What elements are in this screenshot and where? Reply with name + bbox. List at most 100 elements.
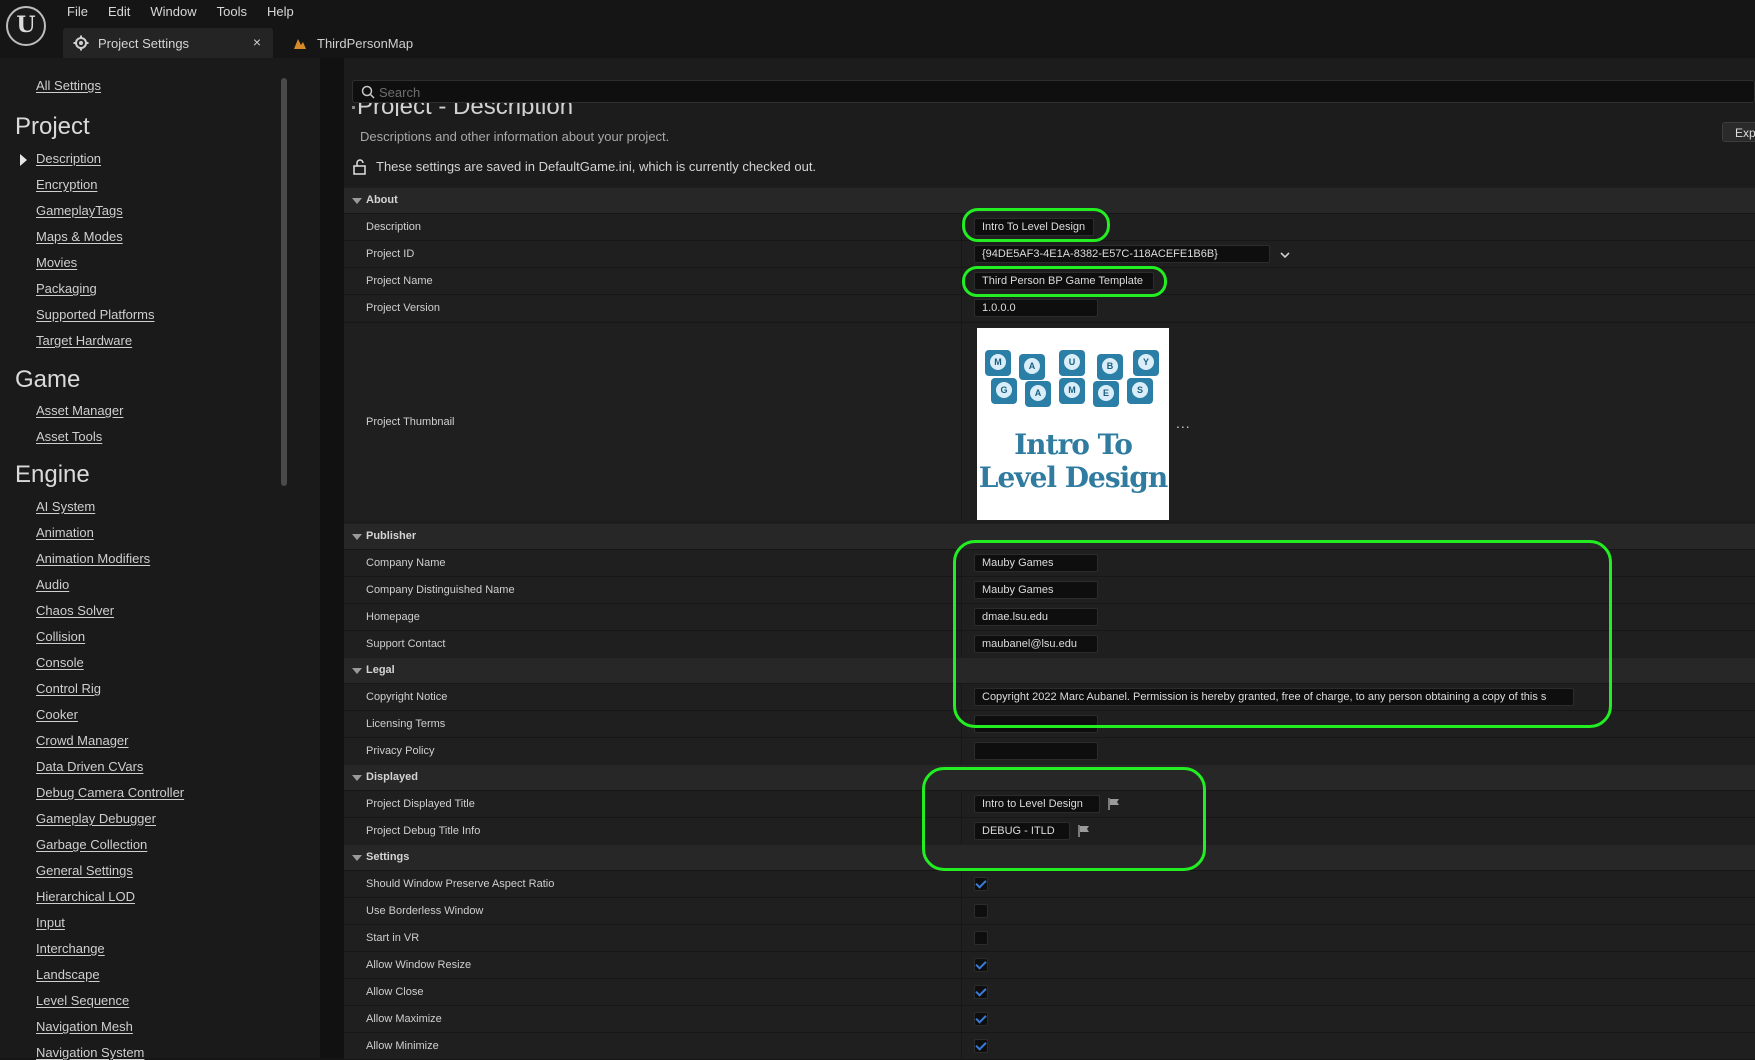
export-button[interactable]: Exp bbox=[1722, 122, 1755, 142]
tab-third-person-map[interactable]: ThirdPersonMap bbox=[282, 28, 452, 58]
dice-letter: E bbox=[1098, 385, 1114, 401]
property-row-setting: Allow Close bbox=[344, 978, 1755, 1005]
sidebar-item-level-sequence[interactable]: Level Sequence bbox=[36, 993, 129, 1008]
dice-tile: B bbox=[1097, 354, 1123, 380]
tab-project-settings[interactable]: Project Settings × bbox=[63, 28, 273, 58]
privacy-policy-field[interactable] bbox=[974, 742, 1098, 760]
sidebar-item-movies[interactable]: Movies bbox=[36, 255, 77, 270]
setting-checkbox[interactable] bbox=[974, 931, 988, 945]
level-icon bbox=[294, 39, 306, 49]
dice-letter: Y bbox=[1138, 354, 1154, 370]
sidebar-item-hierarchical-lod[interactable]: Hierarchical LOD bbox=[36, 889, 135, 904]
sidebar-item-target-hardware[interactable]: Target Hardware bbox=[36, 333, 132, 348]
unreal-logo-icon[interactable]: U bbox=[6, 6, 46, 46]
setting-checkbox[interactable] bbox=[974, 1012, 988, 1026]
chevron-down-icon[interactable] bbox=[1279, 250, 1291, 260]
sidebar-item-navigation-mesh[interactable]: Navigation Mesh bbox=[36, 1019, 133, 1034]
section-title: Displayed bbox=[366, 771, 418, 783]
sidebar-item-debug-camera-controller[interactable]: Debug Camera Controller bbox=[36, 785, 184, 800]
sidebar-item-cooker[interactable]: Cooker bbox=[36, 707, 78, 722]
sidebar-item-collision[interactable]: Collision bbox=[36, 629, 85, 644]
dice-letter: G bbox=[996, 382, 1012, 398]
column-divider bbox=[961, 295, 962, 321]
setting-checkbox[interactable] bbox=[974, 1039, 988, 1053]
property-label: Start in VR bbox=[366, 932, 420, 944]
property-label: Allow Minimize bbox=[366, 1040, 439, 1052]
sidebar-item-control-rig[interactable]: Control Rig bbox=[36, 681, 101, 696]
sidebar-item-asset-manager[interactable]: Asset Manager bbox=[36, 403, 123, 418]
sidebar-item-encryption[interactable]: Encryption bbox=[36, 177, 97, 192]
tab-project-settings-label: Project Settings bbox=[98, 35, 190, 51]
main-menu: File Edit Window Tools Help bbox=[57, 0, 304, 24]
property-label: Project Name bbox=[366, 275, 433, 287]
column-divider bbox=[961, 1006, 962, 1032]
highlight-description bbox=[962, 208, 1110, 242]
dice-letter: S bbox=[1132, 382, 1148, 398]
section-title: About bbox=[366, 194, 398, 206]
highlight-publisher bbox=[953, 540, 1612, 728]
menu-help[interactable]: Help bbox=[257, 0, 304, 24]
more-options-icon[interactable]: ... bbox=[1176, 415, 1191, 431]
menu-window[interactable]: Window bbox=[140, 0, 206, 24]
sidebar-item-description[interactable]: Description bbox=[36, 151, 101, 166]
setting-checkbox[interactable] bbox=[974, 877, 988, 891]
column-divider bbox=[961, 738, 962, 764]
property-label: Company Name bbox=[366, 557, 446, 569]
setting-checkbox[interactable] bbox=[974, 985, 988, 999]
sidebar-item-general-settings[interactable]: General Settings bbox=[36, 863, 133, 878]
sidebar-item-gameplaytags[interactable]: GameplayTags bbox=[36, 203, 123, 218]
column-divider bbox=[961, 952, 962, 978]
setting-checkbox[interactable] bbox=[974, 904, 988, 918]
dice-letter: M bbox=[1064, 382, 1080, 398]
sidebar-item-chaos-solver[interactable]: Chaos Solver bbox=[36, 603, 114, 618]
dice-tile: U bbox=[1059, 350, 1085, 376]
sidebar-item-animation[interactable]: Animation bbox=[36, 525, 94, 540]
search-input[interactable] bbox=[377, 83, 1721, 102]
sidebar-item-garbage-collection[interactable]: Garbage Collection bbox=[36, 837, 147, 852]
menu-tools[interactable]: Tools bbox=[207, 0, 257, 24]
sidebar-item-console[interactable]: Console bbox=[36, 655, 84, 670]
property-label: Allow Close bbox=[366, 986, 424, 998]
dice-letter: A bbox=[1030, 385, 1046, 401]
sidebar-item-landscape[interactable]: Landscape bbox=[36, 967, 100, 982]
all-settings-link[interactable]: All Settings bbox=[36, 78, 101, 93]
sidebar-item-gameplay-debugger[interactable]: Gameplay Debugger bbox=[36, 811, 156, 826]
category-engine: Engine bbox=[15, 461, 90, 488]
sidebar-item-audio[interactable]: Audio bbox=[36, 577, 69, 592]
sidebar-item-supported-platforms[interactable]: Supported Platforms bbox=[36, 307, 155, 322]
dice-tile: G bbox=[991, 378, 1017, 404]
menu-edit[interactable]: Edit bbox=[98, 0, 140, 24]
sidebar-item-ai-system[interactable]: AI System bbox=[36, 499, 95, 514]
setting-checkbox[interactable] bbox=[974, 958, 988, 972]
section-title: Settings bbox=[366, 851, 410, 863]
menu-file[interactable]: File bbox=[57, 0, 98, 24]
panel-splitter[interactable] bbox=[320, 58, 344, 1058]
menu-bar: File Edit Window Tools Help bbox=[0, 0, 1755, 28]
close-icon[interactable]: × bbox=[253, 34, 261, 50]
category-project: Project bbox=[15, 113, 90, 140]
column-divider bbox=[961, 925, 962, 951]
sidebar-item-input[interactable]: Input bbox=[36, 915, 65, 930]
property-label: Allow Maximize bbox=[366, 1013, 442, 1025]
property-row-setting: Allow Minimize bbox=[344, 1032, 1755, 1059]
sidebar-item-asset-tools[interactable]: Asset Tools bbox=[36, 429, 102, 444]
project-thumbnail-image[interactable]: MAUBYGAMES Intro To Level Design bbox=[977, 328, 1169, 520]
property-label: Company Distinguished Name bbox=[366, 584, 515, 596]
property-label: Should Window Preserve Aspect Ratio bbox=[366, 878, 555, 890]
tab-bar: Project Settings × ThirdPersonMap bbox=[0, 28, 1755, 58]
dice-tile: A bbox=[1025, 381, 1051, 407]
sidebar-item-maps-modes[interactable]: Maps & Modes bbox=[36, 229, 123, 244]
sidebar-item-crowd-manager[interactable]: Crowd Manager bbox=[36, 733, 129, 748]
sidebar-item-packaging[interactable]: Packaging bbox=[36, 281, 97, 296]
property-label: Support Contact bbox=[366, 638, 446, 650]
sidebar-item-data-driven-cvars[interactable]: Data Driven CVars bbox=[36, 759, 143, 774]
sidebar-scrollbar[interactable] bbox=[281, 78, 287, 486]
property-label: Use Borderless Window bbox=[366, 905, 484, 917]
property-row-setting: Should Window Preserve Aspect Ratio bbox=[344, 870, 1755, 897]
property-row-project-id: Project ID {94DE5AF3-4E1A-8382-E57C-118A… bbox=[344, 240, 1755, 267]
property-label: Project Thumbnail bbox=[366, 416, 455, 428]
project-id-field[interactable]: {94DE5AF3-4E1A-8382-E57C-118ACEFE1B6B} bbox=[974, 245, 1270, 263]
project-version-field[interactable]: 1.0.0.0 bbox=[974, 299, 1098, 317]
sidebar-item-interchange[interactable]: Interchange bbox=[36, 941, 105, 956]
sidebar-item-animation-modifiers[interactable]: Animation Modifiers bbox=[36, 551, 150, 566]
